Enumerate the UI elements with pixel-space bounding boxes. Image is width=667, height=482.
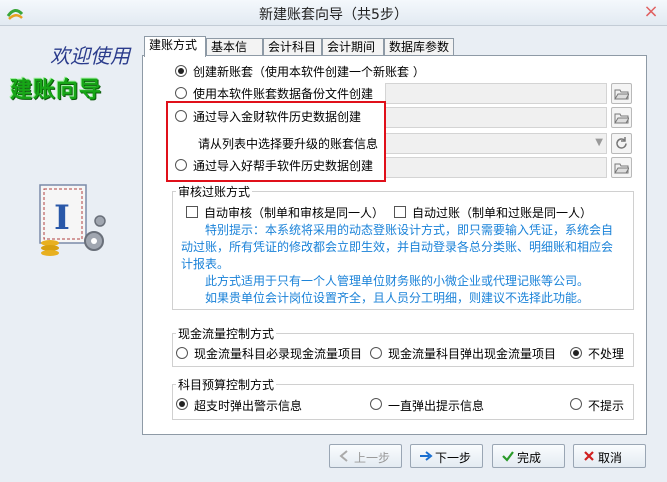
checkbox-auto-audit[interactable] — [186, 206, 198, 218]
next-button-label: 下一步 — [435, 451, 472, 465]
tip-line-2: 动过账，所有凭证的修改都会立即生效，并自动登录各总分类账、明细账和相应会 — [181, 240, 614, 254]
label-cashflow-none: 不处理 — [588, 347, 625, 361]
label-new-account: 创建新账套（使用本软件创建一个新账套 ） — [193, 65, 425, 79]
cancel-button-label: 取消 — [598, 451, 623, 465]
welcome-text: 欢迎使用 — [50, 44, 130, 68]
radio-new-account[interactable] — [175, 65, 187, 77]
audit-group-title: 审核过账方式 — [176, 183, 253, 200]
illus-letter: I — [54, 198, 70, 238]
label-budget-none: 不提示 — [588, 399, 625, 413]
next-button[interactable]: 下一步 — [410, 444, 483, 468]
refresh-icon — [616, 137, 627, 149]
finish-button-label: 完成 — [517, 451, 542, 465]
radio-cashflow-required[interactable] — [176, 347, 188, 359]
backup-file-field[interactable] — [385, 83, 607, 104]
highlight-box — [166, 101, 386, 182]
arrow-right-icon — [420, 451, 433, 461]
left-panel: 欢迎使用 建账向导 I — [0, 26, 142, 436]
label-auto-post: 自动过账（制单和过账是同一人） — [412, 206, 593, 220]
finish-button[interactable]: 完成 — [492, 444, 565, 468]
radio-budget-none[interactable] — [570, 398, 582, 410]
close-button[interactable]: × — [641, 3, 661, 23]
tip-line-1: 特别提示：本系统将采用的动态登账设计方式，即只需要输入凭证，系统会自 — [205, 223, 614, 237]
checkmark-icon — [502, 451, 514, 462]
checkbox-auto-post[interactable] — [394, 206, 406, 218]
wizard-title: 建账向导 — [10, 78, 103, 103]
window-title: 新建账套向导（共5步） — [259, 7, 408, 23]
radio-cashflow-none[interactable] — [570, 347, 582, 359]
tab-periods[interactable]: 会计期间 — [322, 38, 384, 56]
tip-line-4: 此方式适用于只有一个人管理单位财务账的小微企业或代理记账等公司。 — [205, 274, 590, 288]
radio-budget-overspend[interactable] — [176, 398, 188, 410]
prev-button-label: 上一步 — [354, 451, 391, 465]
label-budget-overspend: 超支时弹出警示信息 — [194, 399, 303, 413]
cashflow-group-title: 现金流量控制方式 — [176, 325, 277, 342]
folder-icon — [614, 163, 629, 174]
tab-accounts[interactable]: 会计科目 — [263, 38, 322, 56]
chevron-down-icon: ▼ — [595, 137, 603, 148]
jincai-browse-button[interactable] — [611, 107, 632, 128]
label-backup: 使用本软件账套数据备份文件创建 — [193, 87, 374, 101]
label-cashflow-required: 现金流量科目必录现金流量项目 — [194, 347, 363, 361]
label-cashflow-popup: 现金流量科目弹出现金流量项目 — [388, 347, 557, 361]
folder-icon — [614, 113, 629, 124]
jincai-account-select[interactable]: ▼ — [385, 133, 607, 154]
tab-mode[interactable]: 建账方式 — [144, 36, 206, 57]
budget-group-title: 科目预算控制方式 — [176, 376, 277, 393]
label-budget-always: 一直弹出提示信息 — [388, 399, 485, 413]
title-bar: 新建账套向导（共5步） × — [0, 0, 667, 26]
backup-browse-button[interactable] — [611, 83, 632, 104]
tab-basic-info[interactable]: 基本信息 — [206, 38, 263, 70]
haobang-file-field[interactable] — [385, 157, 607, 178]
prev-button[interactable]: 上一步 — [329, 444, 402, 468]
radio-cashflow-popup[interactable] — [370, 347, 382, 359]
radio-backup[interactable] — [175, 87, 187, 99]
haobang-browse-button[interactable] — [611, 157, 632, 178]
folder-icon — [614, 89, 629, 100]
radio-budget-always[interactable] — [370, 398, 382, 410]
arrow-left-icon — [339, 450, 348, 462]
label-auto-audit: 自动审核（制单和审核是同一人） — [204, 206, 385, 220]
ledger-illustration-icon: I — [39, 184, 106, 256]
tip-line-3: 计报表。 — [181, 257, 230, 271]
cancel-button[interactable]: 取消 — [573, 444, 646, 468]
tip-line-5: 如果贵单位会计岗位设置齐全，且人员分工明细，则建议不选择此功能。 — [205, 291, 590, 305]
jincai-file-field[interactable] — [385, 107, 607, 128]
refresh-button[interactable] — [611, 133, 632, 154]
tab-database[interactable]: 数据库参数 — [384, 38, 454, 56]
cancel-x-icon — [584, 451, 594, 461]
